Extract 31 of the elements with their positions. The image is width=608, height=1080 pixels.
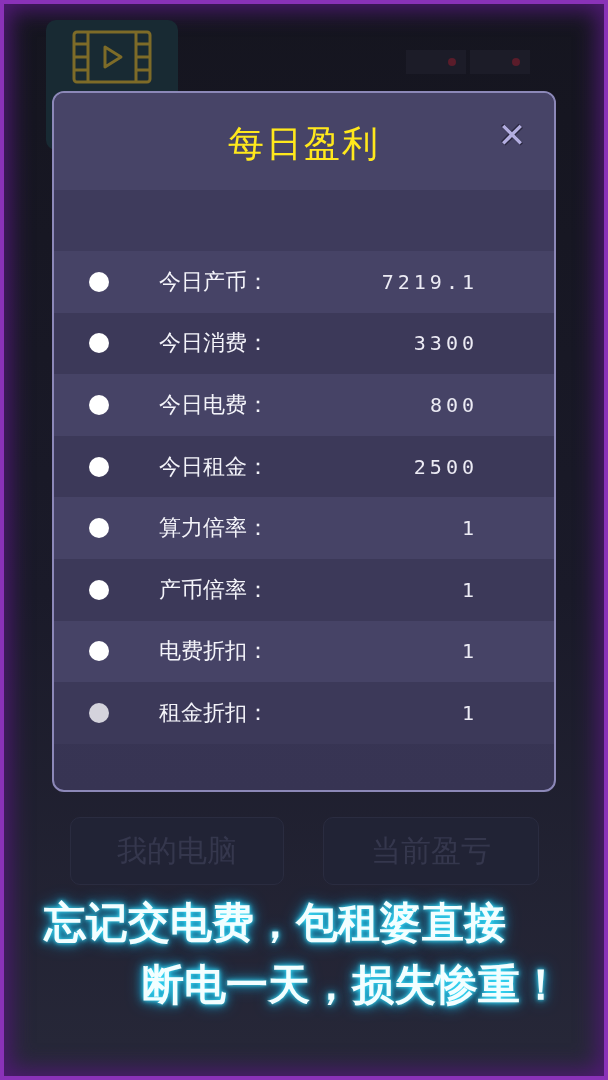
bullet-icon (89, 518, 109, 539)
stat-label: 产币倍率： (159, 575, 269, 604)
bullet-icon (89, 333, 109, 354)
stat-label: 租金折扣： (159, 698, 269, 727)
bullet-icon (89, 395, 109, 415)
stat-value: 1 (461, 516, 478, 541)
stat-value: 3300 (413, 331, 478, 356)
stat-value: 7219.1 (381, 269, 478, 294)
stat-label: 今日租金： (159, 452, 269, 481)
promo-caption: 断电一天，损失惨重！ (142, 959, 562, 1011)
stat-label: 今日消费： (159, 329, 269, 358)
bullet-icon (89, 271, 109, 292)
stat-value: 1 (461, 700, 478, 725)
stat-label: 算力倍率： (159, 514, 269, 543)
bullet-icon (89, 702, 109, 723)
stat-label: 今日产币： (159, 267, 269, 296)
status-dot-icon (512, 58, 520, 66)
stat-value: 1 (461, 577, 478, 602)
bullet-icon (89, 456, 109, 477)
status-dot-icon (448, 58, 456, 66)
stat-value: 800 (429, 393, 478, 417)
stat-value: 1 (461, 639, 478, 664)
promo-caption: 忘记交电费，包租婆直接 (44, 897, 506, 949)
film-play-icon (72, 30, 152, 84)
stat-value: 2500 (413, 454, 478, 479)
stat-label: 今日电费： (159, 391, 269, 419)
bullet-icon (89, 579, 109, 600)
stat-label: 电费折扣： (159, 637, 269, 666)
dialog-title: 每日盈利 (228, 122, 380, 166)
close-button[interactable]: ✕ (492, 115, 532, 155)
bullet-icon (89, 641, 109, 662)
